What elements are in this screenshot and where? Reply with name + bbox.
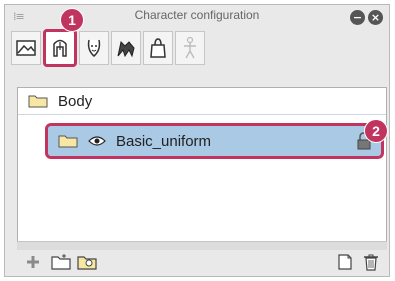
new-folder-icon[interactable]	[51, 253, 71, 271]
callout-badge-1: 1	[60, 8, 84, 32]
panel-title: Character configuration	[134, 8, 260, 22]
callout-badge-2: 2	[364, 119, 388, 143]
hair-icon	[53, 39, 67, 57]
body-figure-icon	[184, 36, 196, 59]
tree-item-basic-uniform[interactable]: Basic_uniform	[45, 123, 384, 159]
folder-icon	[28, 95, 48, 108]
item-label: Basic_uniform	[116, 132, 212, 150]
tab-clothing[interactable]	[111, 31, 141, 65]
new-page-icon[interactable]	[335, 253, 355, 271]
layer-tree: Body Basic_uniform	[17, 87, 387, 249]
add-icon[interactable]	[23, 253, 43, 271]
bottom-toolbar	[5, 248, 389, 276]
tab-accessories[interactable]	[143, 31, 173, 65]
trash-icon[interactable]	[361, 253, 381, 271]
panel-grip-icon[interactable]: ⁞≡	[13, 11, 25, 23]
eye-icon[interactable]	[88, 135, 106, 147]
tab-hair[interactable]	[43, 29, 77, 67]
folder-edit-icon[interactable]	[77, 253, 97, 271]
close-button[interactable]: ×	[368, 10, 383, 25]
tab-body[interactable]	[175, 31, 205, 65]
bag-icon	[150, 38, 166, 58]
folder-icon	[58, 135, 78, 148]
face-icon	[87, 39, 101, 57]
clothing-animal-icon	[117, 40, 135, 58]
character-configuration-panel: ⁞≡ Character configuration − × Body Basi…	[4, 4, 390, 277]
tree-group-body[interactable]: Body	[18, 88, 386, 115]
group-label: Body	[58, 92, 93, 110]
tab-face[interactable]	[79, 31, 109, 65]
category-toolbar	[11, 29, 205, 69]
tab-background[interactable]	[11, 31, 41, 65]
landscape-icon	[16, 40, 36, 56]
minimize-button[interactable]: −	[350, 10, 365, 25]
